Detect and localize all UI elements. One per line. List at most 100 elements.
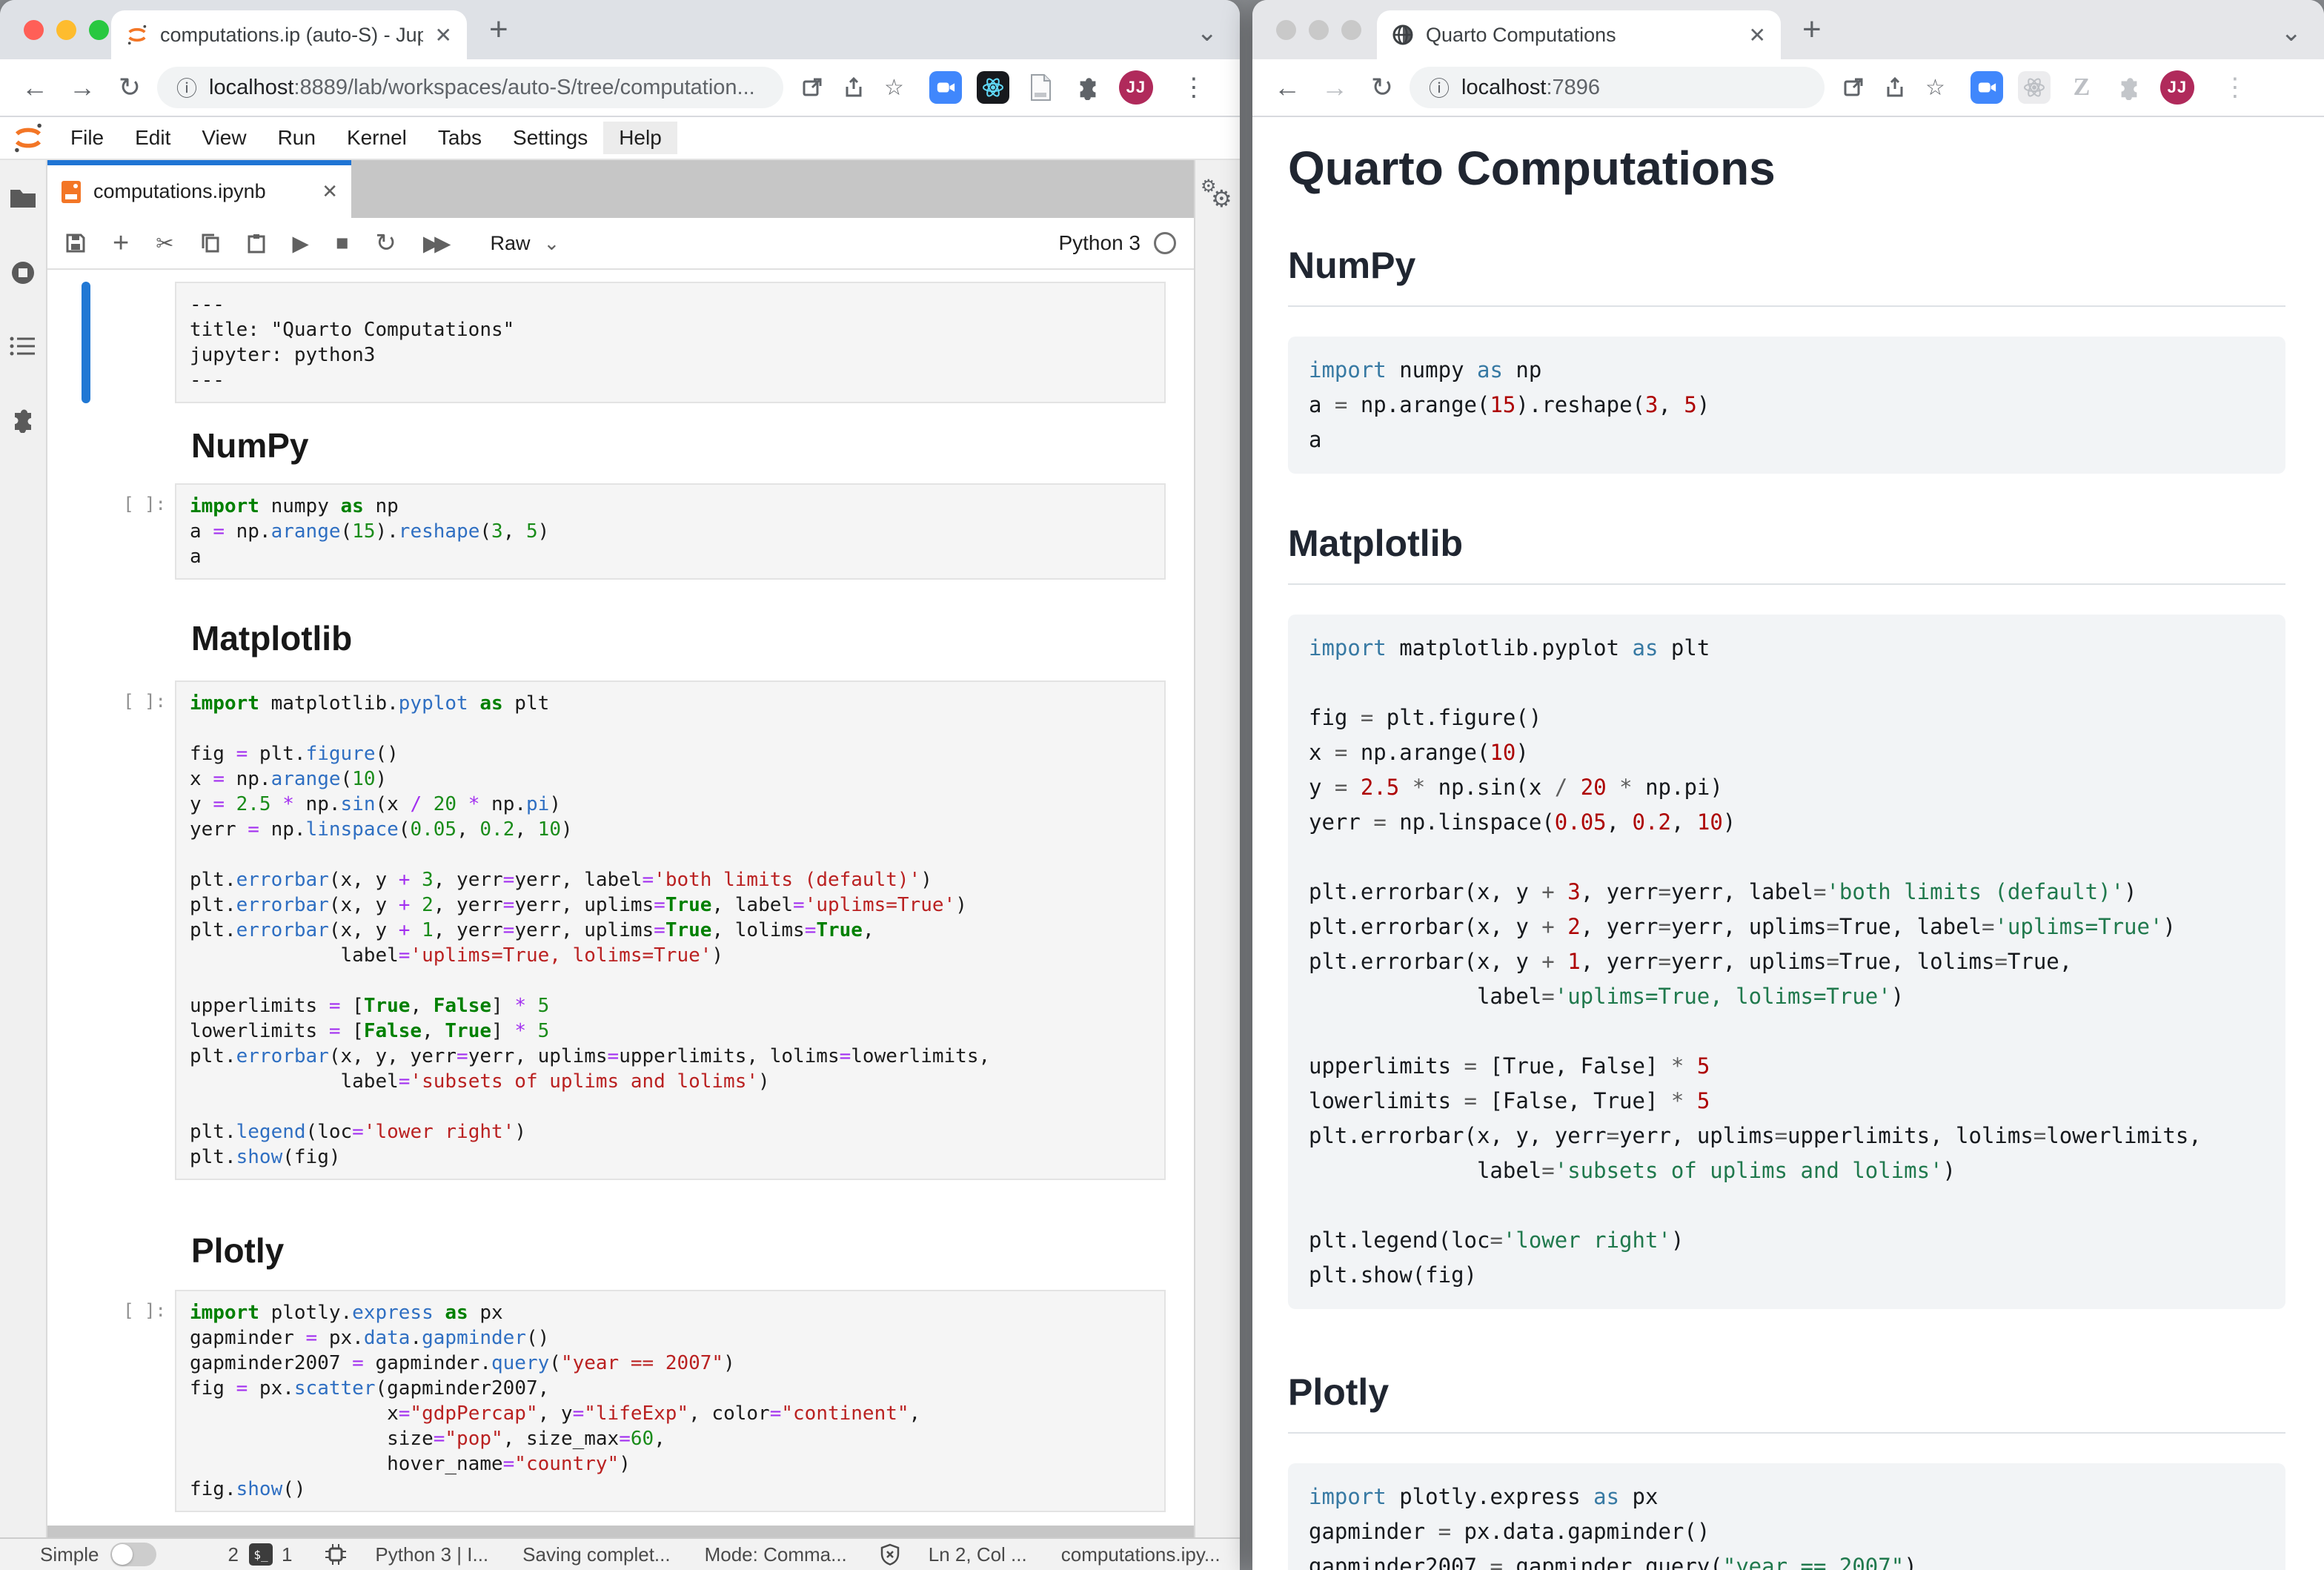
menu-settings[interactable]: Settings [497, 122, 603, 154]
share-icon[interactable] [843, 76, 865, 99]
zoom-extension-icon[interactable] [929, 71, 962, 104]
menu-file[interactable]: File [55, 122, 119, 154]
run-all-button[interactable]: ▶▶ [423, 231, 446, 256]
add-cell-button[interactable]: + [113, 228, 129, 259]
react-devtools-extension-icon[interactable] [977, 71, 1009, 104]
statusbar-filename: computations.ipy... [1061, 1543, 1221, 1566]
share-icon[interactable] [1884, 76, 1906, 99]
tab-close-icon[interactable]: ✕ [435, 23, 452, 47]
address-bar[interactable]: ⓘ localhost:8889/lab/workspaces/auto-S/t… [157, 67, 783, 108]
menu-edit[interactable]: Edit [119, 122, 186, 154]
right-sidebar-strip: ⚙⚙ [1194, 160, 1240, 1537]
browser-tab[interactable]: Quarto Computations ✕ [1377, 10, 1781, 59]
cell-editor[interactable]: import matplotlib.pyplot as plt fig = pl… [175, 680, 1166, 1180]
browser-tab-strip: Quarto Computations ✕ + ⌄ [1252, 0, 2324, 59]
tab-search-chevron-icon[interactable]: ⌄ [1197, 18, 1218, 47]
minimize-window-button[interactable] [1309, 20, 1329, 40]
code-block: import matplotlib.pyplot as plt fig = pl… [1288, 615, 2285, 1309]
z-extension-icon[interactable]: Z [2065, 71, 2098, 104]
kernel-status-icon[interactable] [1154, 232, 1176, 254]
site-info-icon[interactable]: ⓘ [176, 73, 197, 102]
new-tab-button[interactable]: + [489, 16, 508, 43]
code-cell[interactable]: [ ]:import numpy as np a = np.arange(15)… [82, 483, 1166, 580]
cell-type-chevron-icon[interactable]: ⌄ [543, 232, 560, 255]
file-browser-icon[interactable] [9, 187, 37, 211]
table-of-contents-icon[interactable] [10, 335, 36, 357]
command-mode-indicator[interactable]: Mode: Comma... [705, 1543, 847, 1566]
address-bar[interactable]: ⓘ localhost:7896 [1410, 67, 1825, 108]
code-block-text: import numpy as np a = np.arange(15).res… [1309, 353, 2271, 457]
puzzle-extensions-icon[interactable] [2113, 71, 2145, 104]
puzzle-extensions-icon[interactable] [1072, 71, 1104, 104]
menu-kernel[interactable]: Kernel [331, 122, 422, 154]
menu-help[interactable]: Help [603, 122, 677, 154]
browser-tab[interactable]: computations.ip (auto-S) - Jup ✕ [111, 10, 467, 59]
restart-kernel-button[interactable]: ↻ [375, 228, 396, 258]
running-kernels-icon[interactable] [10, 259, 36, 286]
extensions-row: JJ ⋮ [929, 70, 1206, 105]
zoom-extension-icon[interactable] [1971, 71, 2003, 104]
tab-search-chevron-icon[interactable]: ⌄ [2281, 18, 2303, 47]
cell-collapser[interactable] [82, 483, 90, 580]
markdown-heading: Matplotlib [191, 618, 1194, 658]
traffic-lights[interactable] [1276, 20, 1361, 40]
code-cell[interactable]: [ ]:import plotly.express as px gapminde… [82, 1290, 1166, 1512]
open-in-new-icon[interactable] [801, 76, 823, 99]
save-button[interactable] [65, 233, 86, 254]
run-cell-button[interactable]: ▶ [293, 231, 309, 256]
back-icon[interactable]: ← [1267, 72, 1307, 103]
simple-mode-toggle[interactable] [110, 1543, 156, 1566]
profile-avatar[interactable]: JJ [2160, 70, 2194, 105]
copy-cells-button[interactable] [201, 233, 220, 254]
statusbar: Simple 2 $_ 1 Python 3 | I... Saving com… [0, 1537, 1240, 1570]
profile-avatar[interactable]: JJ [1119, 70, 1153, 105]
property-inspector-icon[interactable]: ⚙⚙ [1201, 178, 1235, 212]
menu-view[interactable]: View [186, 122, 262, 154]
notebook-content[interactable]: --- title: "Quarto Computations" jupyter… [47, 270, 1194, 1526]
interrupt-kernel-button[interactable]: ■ [336, 231, 349, 256]
cell-editor[interactable]: import numpy as np a = np.arange(15).res… [175, 483, 1166, 580]
browser-menu-icon[interactable]: ⋮ [1181, 73, 1206, 102]
traffic-lights[interactable] [24, 20, 109, 40]
zoom-window-button[interactable] [89, 20, 109, 40]
open-in-new-icon[interactable] [1842, 76, 1865, 99]
paste-cells-button[interactable] [247, 233, 266, 254]
cursor-position[interactable]: Ln 2, Col ... [929, 1543, 1027, 1566]
cell-type-select[interactable]: Raw [490, 232, 530, 255]
zoom-window-button[interactable] [1341, 20, 1361, 40]
close-window-button[interactable] [24, 20, 44, 40]
forward-icon[interactable]: → [62, 72, 102, 103]
browser-menu-icon[interactable]: ⋮ [2222, 73, 2248, 102]
menu-run[interactable]: Run [262, 122, 331, 154]
back-icon[interactable]: ← [15, 72, 55, 103]
extension-manager-icon[interactable] [10, 406, 36, 433]
menu-tabs[interactable]: Tabs [422, 122, 497, 154]
bookmark-star-icon[interactable]: ☆ [884, 75, 904, 101]
jupyterlab-menubar: File Edit View Run Kernel Tabs Settings … [0, 117, 1240, 160]
code-cell[interactable]: [ ]:import matplotlib.pyplot as plt fig … [82, 680, 1166, 1180]
new-tab-button[interactable]: + [1802, 16, 1822, 43]
notebook-file-tab[interactable]: computations.ipynb ✕ [47, 160, 351, 218]
reload-icon[interactable]: ↻ [110, 72, 150, 103]
cell-editor[interactable]: --- title: "Quarto Computations" jupyter… [175, 282, 1166, 403]
site-info-icon[interactable]: ⓘ [1429, 73, 1450, 102]
notebook-tab-close-icon[interactable]: ✕ [322, 180, 338, 203]
reload-icon[interactable]: ↻ [1362, 72, 1402, 103]
trust-shield-icon [880, 1543, 900, 1566]
raw-cell[interactable]: --- title: "Quarto Computations" jupyter… [82, 282, 1166, 403]
tab-close-icon[interactable]: ✕ [1749, 23, 1766, 47]
cell-collapser[interactable] [82, 282, 90, 403]
cut-cells-button[interactable]: ✂ [156, 231, 173, 256]
cell-collapser[interactable] [82, 680, 90, 1180]
cell-collapser[interactable] [82, 1290, 90, 1512]
browser-toolbar: ← → ↻ ⓘ localhost:8889/lab/workspaces/au… [0, 59, 1240, 117]
document-extension-icon[interactable] [1024, 71, 1057, 104]
kernel-name[interactable]: Python 3 [1058, 231, 1141, 255]
forward-icon[interactable]: → [1315, 72, 1355, 103]
minimize-window-button[interactable] [56, 20, 76, 40]
kernel-status-text[interactable]: Python 3 | I... [375, 1543, 488, 1566]
react-devtools-extension-icon[interactable] [2018, 71, 2051, 104]
close-window-button[interactable] [1276, 20, 1296, 40]
cell-editor[interactable]: import plotly.express as px gapminder = … [175, 1290, 1166, 1512]
bookmark-star-icon[interactable]: ☆ [1925, 75, 1945, 101]
